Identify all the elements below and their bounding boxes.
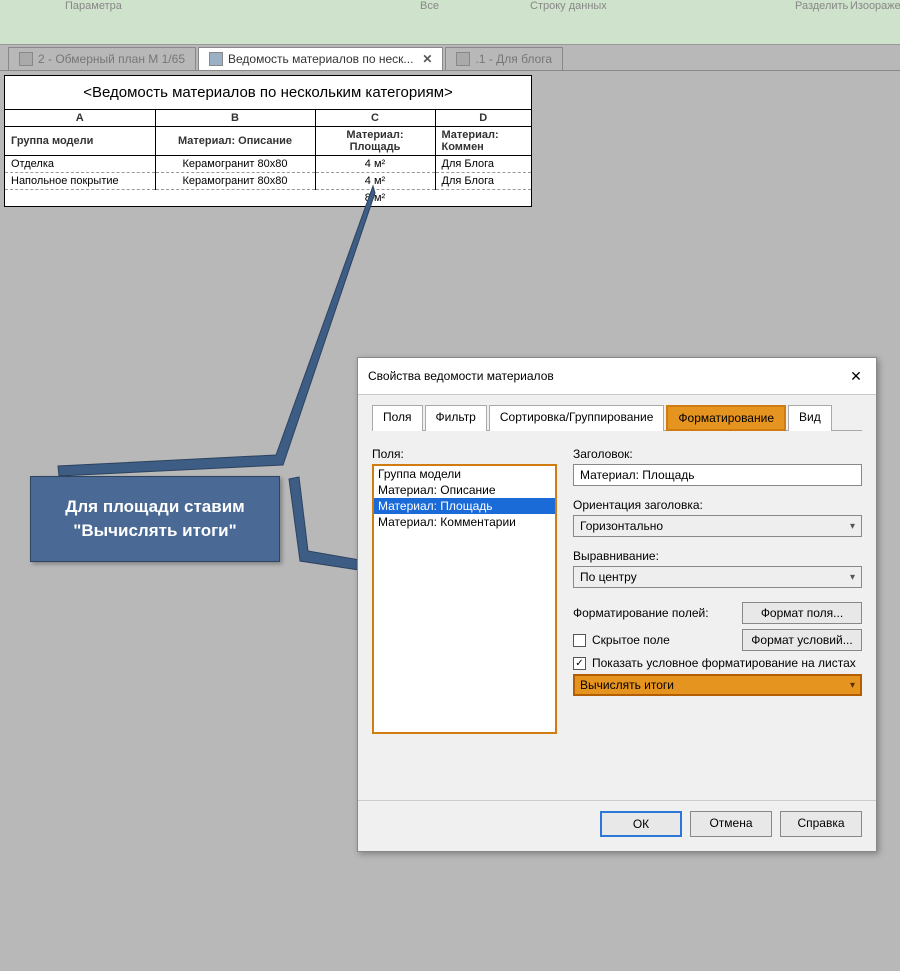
combo-value: Горизонтально (580, 519, 663, 533)
col-letter[interactable]: A (5, 110, 155, 127)
doc-tab-active[interactable]: Ведомость материалов по неск... ✕ (198, 47, 443, 70)
ribbon: Параметра Все Строку данных Разделить Из… (0, 0, 900, 45)
doc-tab-label: .1 - Для блога (475, 52, 552, 66)
show-conditional-checkbox[interactable]: ✓ (573, 657, 586, 670)
alignment-combo[interactable]: По центру ▾ (573, 566, 862, 588)
callout-text: "Вычислять итоги" (51, 519, 259, 543)
ribbon-label: Параметра (65, 0, 122, 12)
schedule-properties-dialog: Свойства ведомости материалов ✕ Поля Фил… (357, 357, 877, 852)
doc-tab-label: Ведомость материалов по неск... (228, 52, 413, 66)
combo-value: Вычислять итоги (580, 678, 674, 692)
hidden-field-checkbox[interactable] (573, 634, 586, 647)
tab-fields[interactable]: Поля (372, 405, 423, 431)
chevron-down-icon: ▾ (850, 680, 855, 691)
callout-text: Для площади ставим (51, 495, 259, 519)
cell[interactable]: Для Блога (435, 156, 531, 173)
dialog-buttons: ОК Отмена Справка (358, 800, 876, 851)
cell[interactable]: 4 м² (315, 156, 435, 173)
ribbon-label: Все (420, 0, 439, 12)
cell[interactable]: Напольное покрытие (5, 173, 155, 190)
cell[interactable]: Керамогранит 80x80 (155, 156, 315, 173)
list-item[interactable]: Группа модели (374, 466, 555, 482)
doc-tab[interactable]: 2 - Обмерный план М 1/65 (8, 47, 196, 70)
close-icon[interactable]: ✕ (422, 52, 432, 66)
orientation-combo[interactable]: Горизонтально ▾ (573, 515, 862, 537)
sheet-icon (456, 52, 470, 66)
col-header[interactable]: Материал: Площадь (315, 127, 435, 156)
tab-sorting[interactable]: Сортировка/Группирование (489, 405, 665, 431)
col-letter[interactable]: D (435, 110, 531, 127)
cancel-button[interactable]: Отмена (690, 811, 772, 837)
schedule-title[interactable]: <Ведомость материалов по нескольким кате… (5, 76, 531, 110)
orientation-label: Ориентация заголовка: (573, 498, 862, 512)
ribbon-label: Разделить (795, 0, 848, 12)
fields-listbox[interactable]: Группа модели Материал: Описание Материа… (372, 464, 557, 734)
ribbon-label: Строку данных (530, 0, 607, 12)
total-cell[interactable]: 8 м² (315, 190, 435, 207)
chevron-down-icon: ▾ (850, 572, 855, 583)
doc-tab-label: 2 - Обмерный план М 1/65 (38, 52, 185, 66)
sheet-icon (19, 52, 33, 66)
combo-value: По центру (580, 570, 637, 584)
format-fields-label: Форматирование полей: (573, 606, 709, 620)
callout-box: Для площади ставим "Вычислять итоги" (30, 476, 280, 562)
cell[interactable]: Отделка (5, 156, 155, 173)
chevron-down-icon: ▾ (850, 521, 855, 532)
document-tabs-bar: 2 - Обмерный план М 1/65 Ведомость матер… (0, 45, 900, 71)
col-header[interactable]: Группа модели (5, 127, 155, 156)
cell[interactable]: 4 м² (315, 173, 435, 190)
schedule-view: <Ведомость материалов по нескольким кате… (4, 75, 532, 207)
dialog-title: Свойства ведомости материалов (368, 369, 554, 383)
cell[interactable]: Керамогранит 80x80 (155, 173, 315, 190)
format-conditions-button[interactable]: Формат условий... (742, 629, 862, 651)
dialog-tabs: Поля Фильтр Сортировка/Группирование Фор… (372, 405, 862, 431)
ribbon-label: Изооражен (850, 0, 900, 12)
hidden-field-label: Скрытое поле (592, 633, 670, 647)
list-item[interactable]: Материал: Комментарии (374, 514, 555, 530)
alignment-label: Выравнивание: (573, 549, 862, 563)
workspace: <Ведомость материалов по нескольким кате… (0, 71, 900, 900)
tab-appearance[interactable]: Вид (788, 405, 832, 431)
close-icon[interactable]: ✕ (846, 366, 866, 386)
heading-label: Заголовок: (573, 447, 862, 461)
schedule-icon (209, 52, 223, 66)
show-conditional-label: Показать условное форматирование на лист… (592, 656, 856, 670)
calculate-totals-combo[interactable]: Вычислять итоги ▾ (573, 674, 862, 696)
dialog-titlebar[interactable]: Свойства ведомости материалов ✕ (358, 358, 876, 395)
tab-filter[interactable]: Фильтр (425, 405, 487, 431)
list-item-selected[interactable]: Материал: Площадь (374, 498, 555, 514)
col-header[interactable]: Материал: Описание (155, 127, 315, 156)
doc-tab[interactable]: .1 - Для блога (445, 47, 563, 70)
col-letter[interactable]: B (155, 110, 315, 127)
tab-formatting[interactable]: Форматирование (666, 405, 786, 431)
list-item[interactable]: Материал: Описание (374, 482, 555, 498)
format-field-button[interactable]: Формат поля... (742, 602, 862, 624)
help-button[interactable]: Справка (780, 811, 862, 837)
ok-button[interactable]: ОК (600, 811, 682, 837)
heading-input[interactable] (573, 464, 862, 486)
col-letter[interactable]: C (315, 110, 435, 127)
cell[interactable]: Для Блога (435, 173, 531, 190)
fields-label: Поля: (372, 447, 557, 461)
col-header[interactable]: Материал: Коммен (435, 127, 531, 156)
